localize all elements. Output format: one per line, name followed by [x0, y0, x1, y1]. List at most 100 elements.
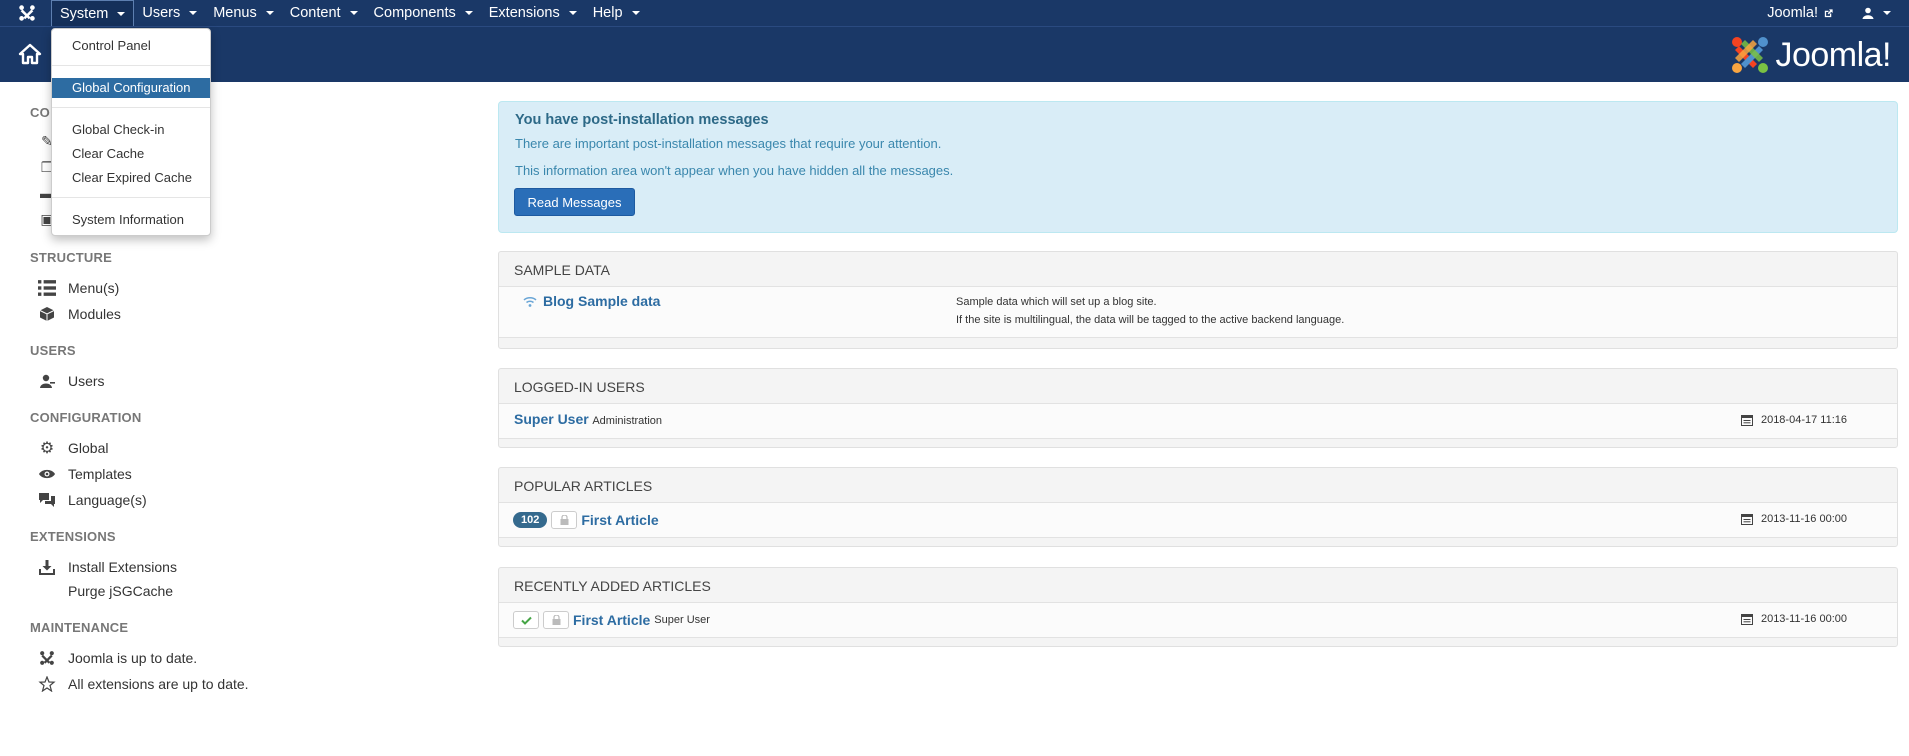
menu-item-system-information[interactable]: System Information	[52, 210, 210, 230]
menu-extensions-label: Extensions	[488, 5, 560, 21]
menu-help[interactable]: Help	[585, 0, 648, 26]
joomla-logo-icon[interactable]	[18, 4, 36, 22]
sidebar-item-extensions-status[interactable]: All extensions are up to date.	[38, 676, 249, 692]
sidebar-item-languages[interactable]: Language(s)	[38, 492, 147, 508]
recent-article-row: First Article Super User 2013-11-16 00:0…	[499, 602, 1897, 638]
popular-articles-module: POPULAR ARTICLES 102 First Article 2013-…	[498, 467, 1898, 547]
alert-line-1: There are important post-installation me…	[515, 136, 942, 151]
top-navbar: System Users Menus Content Components Ex…	[0, 0, 1909, 26]
caret-down-icon	[189, 11, 198, 15]
user-menu[interactable]	[1862, 7, 1891, 19]
calendar-icon	[1740, 613, 1753, 625]
caret-down-icon	[464, 11, 473, 15]
popular-article-link[interactable]: First Article	[581, 512, 658, 528]
popular-articles-heading: POPULAR ARTICLES	[514, 478, 653, 494]
post-install-alert: You have post-installation messages Ther…	[498, 101, 1898, 233]
menu-item-global-configuration[interactable]: Global Configuration	[52, 78, 210, 98]
sidebar-item-users-label: Users	[68, 373, 105, 389]
menu-system-label: System	[60, 5, 109, 22]
sidebar-item-modules[interactable]: Modules	[38, 306, 121, 322]
menu-users[interactable]: Users	[134, 0, 205, 26]
menu-extensions[interactable]: Extensions	[481, 0, 585, 26]
caret-down-icon	[568, 11, 577, 15]
menu-system[interactable]: System	[51, 0, 135, 26]
published-check-icon[interactable]	[513, 611, 539, 629]
sidebar-item-global[interactable]: ⚙ Global	[38, 440, 109, 457]
sidebar-item-menus-label: Menu(s)	[68, 280, 120, 296]
popular-date-text: 2013-11-16 00:00	[1760, 513, 1847, 525]
menu-item-clear-cache[interactable]: Clear Cache	[52, 144, 210, 164]
header-band: Joomla!	[0, 26, 1909, 82]
recent-article-link[interactable]: First Article	[573, 612, 650, 628]
menu-divider	[52, 107, 210, 108]
popular-date: 2013-11-16 00:00	[1740, 513, 1847, 525]
logged-in-user-link[interactable]: Super User	[514, 411, 589, 427]
sidebar-heading-users: USERS	[30, 343, 76, 358]
menu-item-clear-expired-cache[interactable]: Clear Expired Cache	[52, 168, 210, 188]
sidebar-heading-content: CO	[30, 105, 50, 120]
sidebar-item-users[interactable]: Users	[38, 373, 105, 389]
recent-date: 2013-11-16 00:00	[1740, 613, 1847, 625]
logged-in-date-text: 2018-04-17 11:16	[1760, 414, 1847, 426]
system-dropdown-menu: Control Panel Global Configuration Globa…	[51, 28, 211, 236]
recently-added-module: RECENTLY ADDED ARTICLES First Article Su…	[498, 567, 1898, 647]
sidebar-heading-maintenance: MAINTENANCE	[30, 620, 129, 635]
sidebar-item-templates[interactable]: Templates	[38, 466, 132, 482]
sidebar-item-global-label: Global	[68, 440, 109, 456]
sample-data-module: SAMPLE DATA Blog Sample data Sample data…	[498, 251, 1898, 349]
menu-content-label: Content	[289, 5, 341, 21]
star-icon	[38, 676, 56, 692]
alert-title: You have post-installation messages	[515, 112, 769, 128]
menu-divider	[52, 65, 210, 66]
eye-icon	[39, 469, 55, 479]
sidebar-item-joomla-status[interactable]: Joomla is up to date.	[38, 650, 197, 666]
recent-date-text: 2013-11-16 00:00	[1760, 613, 1847, 625]
sample-data-row: Blog Sample data Sample data which will …	[499, 286, 1897, 338]
recently-added-heading: RECENTLY ADDED ARTICLES	[514, 578, 711, 594]
sidebar-item-joomla-status-label: Joomla is up to date.	[68, 650, 198, 666]
view-site-link[interactable]: Joomla!	[1767, 5, 1834, 21]
menu-help-label: Help	[592, 5, 623, 21]
site-label: Joomla!	[1767, 5, 1818, 21]
wifi-icon	[523, 297, 537, 307]
sample-data-desc-2: If the site is multilingual, the data wi…	[956, 314, 1345, 326]
external-link-icon	[1824, 8, 1833, 17]
gear-icon: ⚙	[39, 440, 55, 457]
sample-data-heading: SAMPLE DATA	[514, 262, 610, 278]
menu-item-control-panel[interactable]: Control Panel	[52, 36, 210, 56]
sidebar-heading-extensions: EXTENSIONS	[30, 529, 116, 544]
blog-sample-data-link[interactable]: Blog Sample data	[543, 293, 660, 309]
caret-down-icon	[265, 11, 274, 15]
sidebar-item-purge-cache-label: Purge jSGCache	[68, 583, 174, 599]
lock-icon	[551, 511, 578, 529]
sidebar-item-menus[interactable]: Menu(s)	[38, 280, 119, 296]
sidebar-heading-configuration: CONFIGURATION	[30, 410, 142, 425]
logged-in-users-module: LOGGED-IN USERS Super User Administratio…	[498, 368, 1898, 448]
sidebar-heading-structure: STRUCTURE	[30, 250, 112, 265]
logged-in-user-role: Administration	[592, 415, 663, 427]
sidebar-item-extensions-status-label: All extensions are up to date.	[68, 676, 249, 692]
home-icon[interactable]	[18, 43, 42, 65]
caret-down-icon	[1883, 11, 1891, 15]
menu-item-global-check-in[interactable]: Global Check-in	[52, 120, 210, 140]
cube-icon	[39, 307, 55, 321]
lock-icon	[543, 611, 569, 629]
menu-menus-label: Menus	[213, 5, 257, 21]
menu-components[interactable]: Components	[366, 0, 481, 26]
sample-data-desc-1: Sample data which will set up a blog sit…	[956, 296, 1157, 308]
menu-content[interactable]: Content	[282, 0, 366, 26]
calendar-icon	[1740, 513, 1753, 525]
joomla-brand-logo-icon	[1732, 37, 1769, 73]
sidebar-item-purge-cache[interactable]: Purge jSGCache	[38, 583, 173, 599]
menu-divider	[52, 197, 210, 198]
sidebar-item-install-extensions[interactable]: Install Extensions	[38, 559, 177, 575]
users-icon	[40, 374, 55, 388]
popular-article-row: 102 First Article 2013-11-16 00:00	[499, 502, 1897, 538]
read-messages-button[interactable]: Read Messages	[514, 188, 635, 216]
sidebar-item-templates-label: Templates	[68, 466, 132, 482]
menu-menus[interactable]: Menus	[205, 0, 282, 26]
hits-badge: 102	[513, 512, 548, 528]
joomla-brand: Joomla!	[1729, 35, 1891, 75]
brand-name: Joomla!	[1775, 35, 1891, 74]
user-icon	[1862, 7, 1874, 19]
